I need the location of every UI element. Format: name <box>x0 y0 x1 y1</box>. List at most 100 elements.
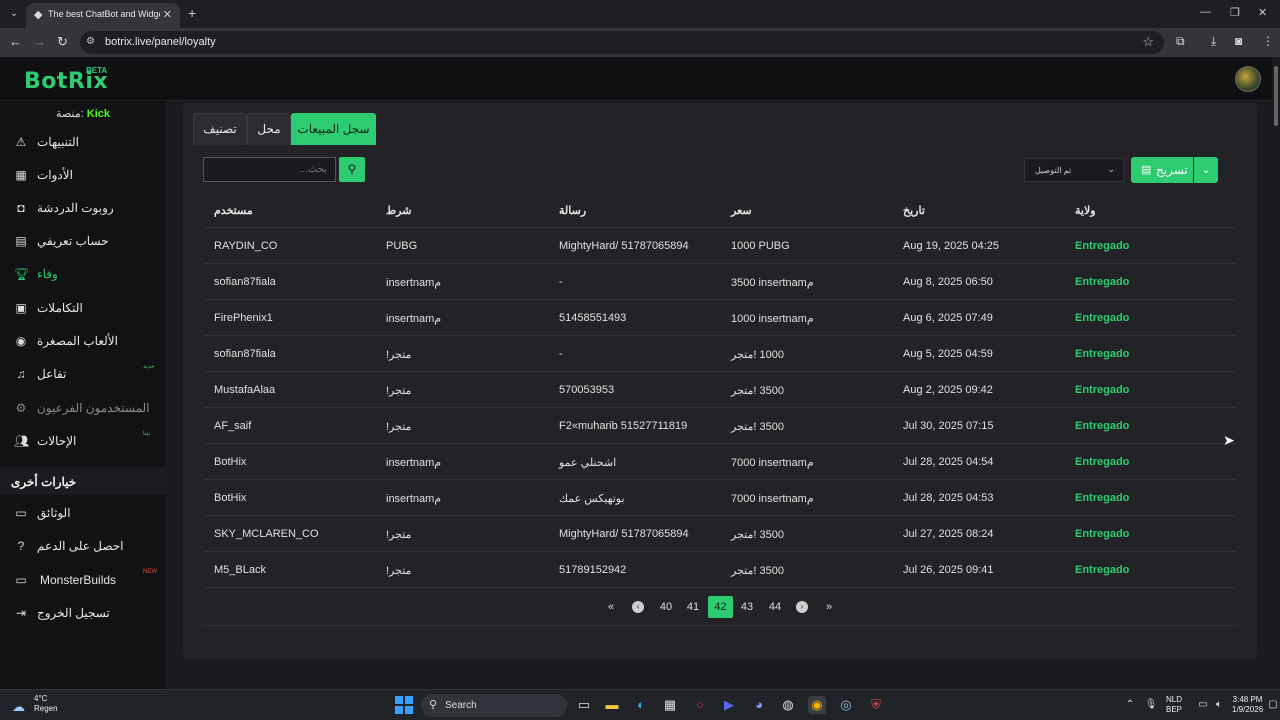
tray-chevron-icon[interactable]: ⌃ <box>1121 696 1139 714</box>
browser-tab[interactable]: ◆ The best ChatBot and Widgets ✕ <box>26 3 180 28</box>
tab-sales-log[interactable]: سجل المبيعات <box>291 113 376 145</box>
export-button[interactable]: ▤ تسريح <box>1131 157 1193 183</box>
search-input[interactable] <box>203 157 336 182</box>
browser-toolbar: ← → ↻ ⚙ botrix.live/panel/loyalty ☆ ⧉ ⤓ … <box>0 28 1280 57</box>
sidebar-item-referrals[interactable]: 👥︎ الإحالات بيتا <box>0 428 166 456</box>
logout-icon: ⇥ <box>15 606 27 620</box>
sidebar-item-label: حساب تعريفي <box>37 234 109 248</box>
column-header-date[interactable]: تاريخ <box>903 204 925 217</box>
prev-page-icon[interactable]: ‹ <box>628 596 648 618</box>
tab-shop[interactable]: محل <box>247 113 291 145</box>
volume-icon[interactable]: 🔈︎ <box>1210 696 1228 714</box>
sidebar-item-logout[interactable]: ⇥ تسجيل الخروج <box>0 600 166 628</box>
app-icon[interactable]: ◍ <box>779 696 797 714</box>
cell-status: Entregado <box>1075 564 1130 576</box>
cell-date: Aug 8, 2025 06:50 <box>903 276 993 288</box>
cell-date: Jul 30, 2025 07:15 <box>903 420 994 432</box>
status-select[interactable]: تم التوصيل ⌄ <box>1024 158 1124 182</box>
platform-indicator: منصة: Kick <box>56 107 110 120</box>
store-icon[interactable]: ▦ <box>661 696 679 714</box>
browser-titlebar: ⌄ ◆ The best ChatBot and Widgets ✕ + — ❐… <box>0 0 1280 28</box>
user-avatar[interactable] <box>1235 66 1261 92</box>
robot-icon: ◘ <box>17 201 25 215</box>
address-bar[interactable]: ⚙ botrix.live/panel/loyalty ☆ <box>80 31 1164 54</box>
extensions-icon[interactable]: ⧉ <box>1176 34 1185 49</box>
sidebar-item-support[interactable]: ? احصل على الدعم <box>0 533 166 561</box>
sidebar-item-alerts[interactable]: ⚠ التنبيهات <box>0 129 166 157</box>
chrome-icon[interactable]: ◉ <box>808 696 826 714</box>
back-icon[interactable]: ← <box>9 34 22 49</box>
column-header-status[interactable]: ولاية <box>1075 204 1096 217</box>
download-icon[interactable]: ⤓ <box>1211 34 1216 49</box>
cell-status: Entregado <box>1075 456 1130 468</box>
close-window-icon[interactable]: ✕ <box>1258 6 1267 19</box>
last-page-icon[interactable]: » <box>819 596 839 618</box>
file-explorer-icon[interactable]: ▬ <box>603 696 621 714</box>
column-header-condition[interactable]: شرط <box>386 204 411 217</box>
clock[interactable]: 3:48 PM 1/9/2026 <box>1232 695 1263 715</box>
sidebar-item-profile[interactable]: ▤ حساب تعريفي <box>0 228 166 256</box>
task-view-icon[interactable]: ▭ <box>575 696 593 714</box>
shield-icon[interactable]: ⛨ <box>867 696 885 714</box>
language-indicator[interactable]: NLD BEP <box>1166 695 1182 715</box>
sidebar-item-loyalty[interactable]: 🏆︎ وفاء <box>0 261 166 289</box>
sidebar-item-widgets[interactable]: ▦ الأدوات <box>0 162 166 190</box>
sidebar-item-subusers[interactable]: ⚙ المستخدمون الفرعيون <box>0 395 166 423</box>
sidebar-item-chatbot[interactable]: ◘ روبوت الدردشة <box>0 195 166 223</box>
sidebar-item-interaction[interactable]: ♫ تفاعل جديد <box>0 361 166 389</box>
column-header-price[interactable]: سعر <box>731 204 752 217</box>
sidebar-item-integrations[interactable]: ▣ التكاملات <box>0 295 166 323</box>
search-button[interactable]: ⚲ <box>339 157 365 182</box>
microphone-icon[interactable]: 🎙︎ <box>1142 696 1160 714</box>
page-44[interactable]: 44 <box>763 596 787 618</box>
cell-user: sofian87fiala <box>214 276 276 288</box>
opera-icon[interactable]: ○ <box>691 696 709 714</box>
tab-leaderboard[interactable]: تصنيف <box>193 113 247 145</box>
notification-icon[interactable]: ▢ <box>1264 696 1280 714</box>
page-42-current[interactable]: 42 <box>708 596 733 618</box>
column-header-user[interactable]: مستخدم <box>214 204 253 217</box>
menu-icon[interactable]: ⋮ <box>1262 34 1274 48</box>
page-43[interactable]: 43 <box>735 596 759 618</box>
row-divider <box>203 515 1237 516</box>
column-header-message[interactable]: رسالة <box>559 204 586 217</box>
steam-icon[interactable]: ◎ <box>837 696 855 714</box>
site-info-icon[interactable]: ⚙ <box>86 36 95 47</box>
sidebar-item-docs[interactable]: ▭ الوثائق <box>0 500 166 528</box>
forward-icon[interactable]: → <box>33 34 46 49</box>
first-page-icon[interactable]: « <box>601 596 621 618</box>
close-tab-icon[interactable]: ✕ <box>163 8 172 21</box>
bookmark-star-icon[interactable]: ☆ <box>1142 34 1154 50</box>
page-scrollbar-thumb[interactable] <box>1274 66 1278 126</box>
cell-condition: متجر! <box>386 529 412 541</box>
edge-icon[interactable]: ◐ <box>632 696 650 714</box>
export-dropdown-button[interactable]: ⌄ <box>1194 157 1218 183</box>
tab-search-icon[interactable]: ⌄ <box>6 6 22 22</box>
new-tab-icon[interactable]: + <box>188 5 196 21</box>
beta-badge: BETA <box>86 66 108 75</box>
taskbar-search[interactable]: ⚲ Search <box>421 694 567 717</box>
sidebar-item-minigames[interactable]: ◉ الألعاب المصغرة <box>0 328 166 356</box>
maximize-icon[interactable]: ❐ <box>1230 6 1240 19</box>
cell-price: 3500 !متجر <box>731 529 784 541</box>
page-40[interactable]: 40 <box>654 596 678 618</box>
minimize-icon[interactable]: — <box>1200 6 1211 18</box>
weather-icon[interactable]: ☁ <box>12 699 25 715</box>
windows-start-icon[interactable] <box>395 696 413 714</box>
cell-condition: insertnamم <box>386 457 442 469</box>
chat-icon: ▣ <box>15 301 27 315</box>
page-41[interactable]: 41 <box>681 596 705 618</box>
sidebar-item-label: MonsterBuilds <box>40 573 117 587</box>
weather-widget[interactable]: 4°C Regen <box>34 694 58 714</box>
sidebar-item-label: تفاعل <box>37 367 67 381</box>
search-icon: ⚲ <box>429 699 438 711</box>
next-page-icon[interactable]: › <box>792 596 812 618</box>
discord-icon[interactable]: ◕ <box>750 696 768 714</box>
cell-user: MustafaAlaa <box>214 384 276 396</box>
reload-icon[interactable]: ↻ <box>57 34 68 50</box>
profile-icon[interactable]: ◙ <box>1235 34 1242 48</box>
page-scrollbar[interactable] <box>1272 57 1280 689</box>
sidebar-item-monsterbuilds[interactable]: ▭ MonsterBuilds NEW <box>0 567 166 595</box>
cell-status: Entregado <box>1075 384 1130 396</box>
media-icon[interactable]: ▶ <box>720 696 738 714</box>
